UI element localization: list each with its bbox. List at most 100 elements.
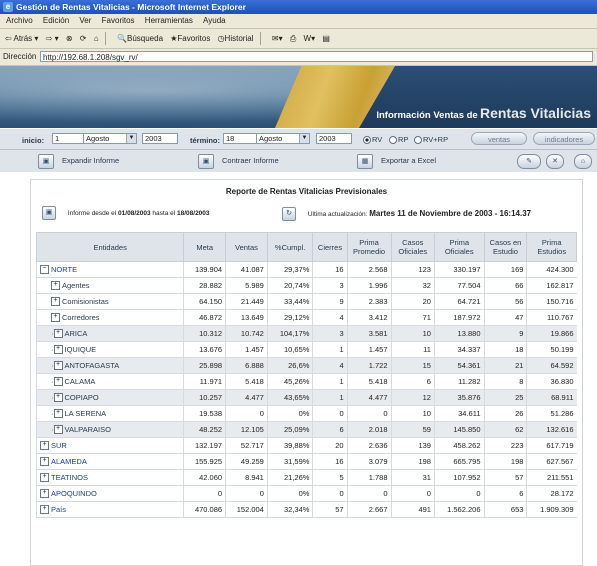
termino-year-input[interactable]: 2003 (316, 133, 352, 144)
expand-icon[interactable]: + (51, 313, 60, 323)
history-button[interactable]: ◷Historial (218, 29, 254, 48)
expand-icon[interactable]: + (40, 505, 49, 515)
favorites-button[interactable]: ★Favoritos (170, 29, 210, 48)
expand-icon[interactable]: + (40, 441, 49, 451)
print-icon[interactable]: ⎙ (290, 29, 296, 48)
value-cell: 32,34% (266, 501, 313, 518)
value-cell: 3 (312, 277, 348, 294)
expand-icon[interactable]: + (53, 393, 63, 403)
value-cell: 0 (183, 485, 226, 502)
expand-icon[interactable]: + (40, 473, 49, 483)
inicio-label: inicio: (22, 136, 45, 145)
table-row: + País 470.086 152.004 32,34% 57 2.667 491 1.562… (35, 501, 577, 518)
entity-name: LA SERENA (64, 408, 107, 418)
inicio-day-value: 1 (55, 134, 60, 143)
radio-rv[interactable]: RV (363, 135, 382, 145)
expand-report-button[interactable]: ▣ Expandir Informe (38, 153, 120, 169)
collapse-icon[interactable]: − (40, 265, 49, 275)
value-cell: 169 (483, 261, 527, 278)
calendar-icon[interactable]: ▣ (42, 206, 56, 221)
entity-cell: + TEATINOS (35, 469, 184, 486)
value-cell: 0% (266, 485, 313, 502)
refresh-icon[interactable]: ↻ (282, 207, 296, 222)
back-button[interactable]: ⇦ Atrás ▾ (5, 29, 38, 48)
stop-icon[interactable]: ⊗ (66, 29, 73, 48)
address-bar: Dirección http://192.68.1.208/sgv_rv/ (0, 49, 597, 66)
expand-icon[interactable]: + (53, 425, 63, 435)
termino-day-input[interactable]: 18 (223, 133, 259, 144)
home-icon[interactable]: ⌂ (94, 29, 99, 48)
radio-unchecked-icon (389, 136, 397, 145)
value-cell: 15 (390, 357, 435, 374)
expand-icon[interactable]: + (53, 361, 63, 371)
banner-big-text: Rentas Vitalicias (479, 105, 591, 121)
contract-label: Contraer Informe (222, 156, 279, 165)
pen-icon[interactable]: ✎ (517, 154, 541, 169)
table-row: · + CALAMA 11.971 5.418 45,26% 1 5.418 6 11.282 8 3… (35, 373, 577, 390)
entity-name[interactable]: País (51, 505, 66, 514)
entity-name[interactable]: APOQUINDO (51, 489, 97, 498)
address-input[interactable]: http://192.68.1.208/sgv_rv/ (40, 51, 593, 62)
mail-icon[interactable]: ✉▾ (272, 29, 283, 48)
value-cell: 13.676 (183, 341, 226, 358)
value-cell: 29,12% (266, 309, 313, 326)
home-icon[interactable]: ⌂ (574, 154, 592, 169)
forward-button[interactable]: ⇨ ▾ (46, 29, 59, 48)
expand-icon[interactable]: + (40, 489, 49, 499)
value-cell: 25 (483, 389, 527, 406)
menu-ayuda[interactable]: Ayuda (203, 16, 226, 25)
value-cell: 13.649 (225, 309, 268, 326)
table-row: · + COPIAPO 10.257 4.477 43,65% 1 4.477 12 35.876… (35, 389, 577, 406)
inicio-month-select[interactable]: Agosto ▼ (83, 133, 137, 144)
close-icon[interactable]: ✕ (546, 154, 564, 169)
expand-icon[interactable]: + (53, 329, 63, 339)
edit-icon[interactable]: W▾ (304, 29, 316, 48)
entity-name[interactable]: SUR (51, 441, 67, 450)
value-cell: 26,6% (266, 357, 313, 374)
value-cell: 145.850 (433, 421, 484, 438)
indicadores-button[interactable]: indicadores (533, 132, 595, 145)
termino-month-select[interactable]: Agosto ▼ (256, 133, 310, 144)
value-cell: 21,26% (266, 469, 313, 486)
discuss-icon[interactable]: ▤ (322, 29, 330, 48)
value-cell: 8.941 (225, 469, 268, 486)
value-cell: 123 (390, 261, 435, 278)
value-cell: 5.418 (346, 373, 392, 390)
range-mid: hasta el (152, 210, 176, 217)
menu-edicion[interactable]: Edición (43, 16, 69, 25)
expand-icon[interactable]: + (53, 377, 63, 387)
export-excel-button[interactable]: ▦ Exportar a Excel (357, 153, 436, 169)
entity-cell: · + VALPARAISO (35, 421, 184, 438)
entity-cell: · + IQUIQUE (35, 341, 184, 358)
menu-archivo[interactable]: Archivo (6, 16, 33, 25)
refresh-icon[interactable]: ⟳ (80, 29, 87, 48)
ventas-button[interactable]: ventas (471, 132, 527, 145)
contract-report-button[interactable]: ▣ Contraer Informe (198, 153, 279, 169)
expand-icon[interactable]: + (53, 409, 63, 419)
value-cell: 4 (312, 309, 348, 326)
expand-icon[interactable]: + (53, 345, 63, 355)
table-header: Entidades Meta Ventas %Cumpl. Cierres Pr… (35, 232, 577, 262)
expand-label: Expandir Informe (62, 156, 120, 165)
search-button[interactable]: 🔍Búsqueda (117, 29, 163, 48)
value-cell: 1.457 (346, 341, 392, 358)
entity-name[interactable]: TEATINOS (51, 473, 88, 482)
entity-name[interactable]: ALAMEDA (51, 457, 87, 466)
value-cell: 50.199 (526, 341, 577, 358)
expand-icon[interactable]: + (51, 281, 60, 291)
value-cell: 12.105 (225, 421, 268, 438)
back-label: Atrás (13, 34, 33, 43)
inicio-year-input[interactable]: 2003 (142, 133, 178, 144)
expand-icon[interactable]: + (40, 457, 49, 467)
menu-ver[interactable]: Ver (79, 16, 91, 25)
entity-name[interactable]: NORTE (51, 265, 77, 274)
radio-rp[interactable]: RP (389, 135, 408, 145)
menu-herramientas[interactable]: Herramientas (145, 16, 193, 25)
chevron-down-icon: ▼ (299, 134, 309, 143)
radio-rvrp[interactable]: RV+RP (414, 135, 448, 145)
expand-icon[interactable]: + (51, 297, 60, 307)
value-cell: 6 (483, 485, 527, 502)
menu-favoritos[interactable]: Favoritos (102, 16, 135, 25)
value-cell: 52.717 (225, 437, 268, 454)
value-cell: 211.551 (526, 469, 577, 486)
